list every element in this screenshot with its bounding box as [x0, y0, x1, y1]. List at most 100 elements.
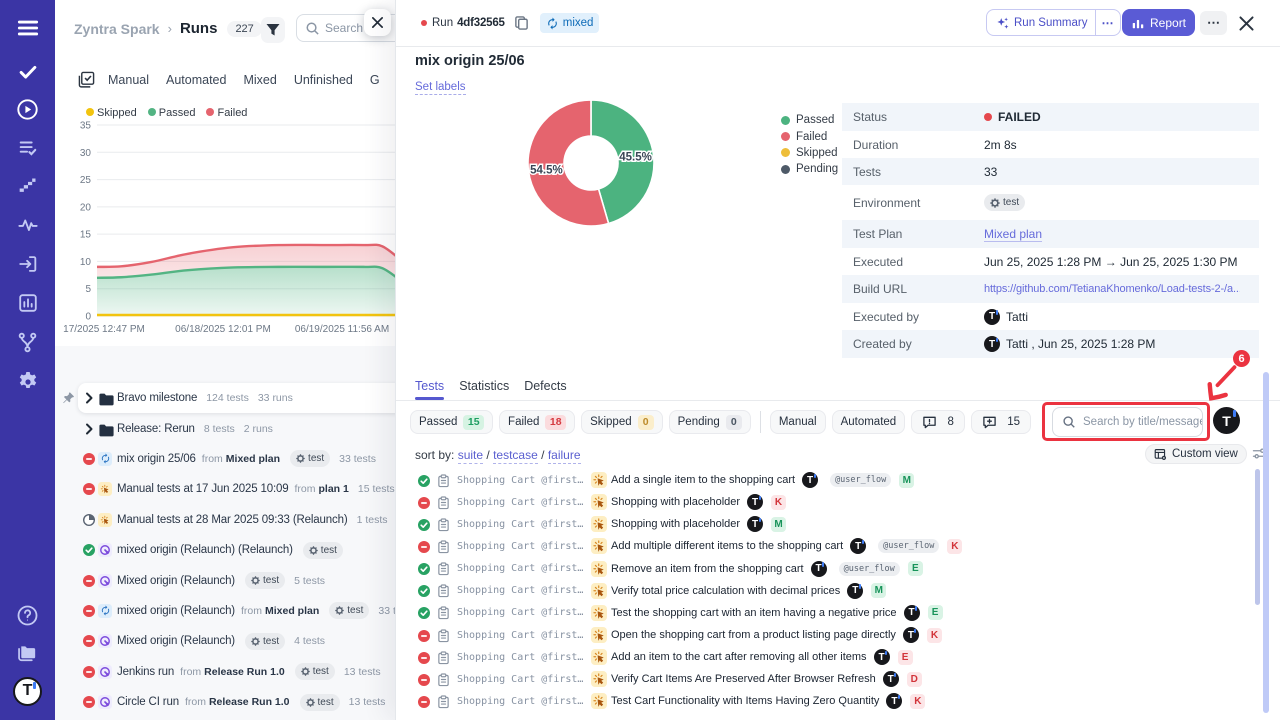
run-title[interactable]: Mixed origin (Relaunch): [117, 575, 235, 587]
breadcrumb-root[interactable]: Zyntra Spark: [74, 21, 160, 37]
chip-count: 8: [947, 415, 954, 430]
test-title[interactable]: Add an item to the cart after removing a…: [611, 651, 867, 663]
sort-link-suite[interactable]: suite: [458, 448, 483, 464]
testcase-icon: [437, 673, 450, 686]
run-title[interactable]: Manual tests at 17 Jun 2025 10:09: [117, 483, 289, 495]
test-plan-link[interactable]: Mixed plan: [984, 227, 1042, 241]
test-row[interactable]: Shopping Cart @first… Open the shopping …: [396, 624, 1256, 646]
tab-tests[interactable]: Tests: [415, 379, 444, 393]
test-title[interactable]: Verify total price calculation with deci…: [611, 585, 840, 597]
sort-link-failure[interactable]: failure: [548, 448, 581, 464]
test-row[interactable]: Shopping Cart @first… Remove an item fro…: [396, 558, 1256, 580]
filter-chip-passed[interactable]: Passed15: [410, 410, 493, 434]
folder-icon: [98, 422, 115, 439]
tab-manual[interactable]: Manual: [108, 73, 149, 87]
steps-icon[interactable]: [0, 174, 55, 198]
sidebar-user-avatar[interactable]: T: [0, 676, 55, 706]
test-title[interactable]: Add multiple different items to the shop…: [611, 540, 843, 552]
report-button[interactable]: Report: [1122, 9, 1195, 36]
tab-automated[interactable]: Automated: [166, 73, 226, 87]
run-title[interactable]: Circle CI run: [117, 696, 179, 708]
run-summary-more-button[interactable]: ⋯: [1095, 10, 1120, 35]
pulse-icon[interactable]: [0, 213, 55, 237]
test-row[interactable]: Shopping Cart @first… Verify total price…: [396, 580, 1256, 602]
test-title[interactable]: Test Cart Functionality with Items Havin…: [611, 695, 879, 707]
filter-chip-failed[interactable]: Failed18: [499, 410, 575, 434]
test-title[interactable]: Verify Cart Items Are Preserved After Br…: [611, 673, 876, 685]
list-check-icon[interactable]: [0, 136, 55, 160]
assignee-avatar-filter[interactable]: T: [1213, 407, 1240, 434]
user-flow-pill: @user_flow: [839, 562, 900, 576]
help-icon[interactable]: [0, 602, 55, 628]
filter-chip-comment-plus-icon[interactable]: 15: [971, 410, 1031, 434]
test-row[interactable]: Shopping Cart @first… Add an item to the…: [396, 646, 1256, 668]
user-flow-pill: @user_flow: [830, 473, 891, 487]
search-close-button[interactable]: [364, 9, 391, 36]
test-row[interactable]: Shopping Cart @first… Verify Cart Items …: [396, 668, 1256, 690]
run-title[interactable]: mixed origin (Relaunch): [117, 605, 235, 617]
tests-count-value: 33: [984, 165, 997, 179]
pin-icon[interactable]: [62, 391, 75, 404]
build-url-link[interactable]: https://github.com/TetianaKhomenko/Load-…: [984, 283, 1240, 295]
filter-chip-comment-alert-icon[interactable]: 8: [911, 410, 965, 434]
drawer-scrollbar[interactable]: [1263, 372, 1269, 713]
sparkles-icon: [996, 16, 1010, 30]
gear-icon[interactable]: [0, 368, 55, 394]
menu-icon[interactable]: [0, 14, 55, 42]
donut-legend: PassedFailedSkippedPending: [781, 112, 838, 178]
test-title[interactable]: Shopping with placeholder: [611, 518, 740, 530]
test-title[interactable]: Remove an item from the shopping cart: [611, 563, 804, 575]
library-icon[interactable]: [0, 640, 55, 666]
run-title[interactable]: Release: Rerun: [117, 423, 195, 435]
mixed-icon: [546, 17, 559, 30]
copy-icon[interactable]: [514, 15, 529, 31]
select-runs-icon[interactable]: [78, 71, 95, 88]
test-row[interactable]: Shopping Cart @first… Shopping with plac…: [396, 491, 1256, 513]
tests-scrollbar[interactable]: [1255, 469, 1260, 605]
test-row[interactable]: Shopping Cart @first… Test Cart Function…: [396, 690, 1256, 712]
test-row[interactable]: Shopping Cart @first… Test the shopping …: [396, 602, 1256, 624]
run-summary-button[interactable]: Run Summary ⋯: [986, 9, 1121, 36]
manual-test-icon: [591, 494, 607, 510]
test-row[interactable]: Shopping Cart @first… Add a single item …: [396, 469, 1256, 491]
sort-link-testcase[interactable]: testcase: [493, 448, 538, 464]
set-labels-link[interactable]: Set labels: [415, 81, 466, 95]
test-row[interactable]: Shopping Cart @first… Shopping with plac…: [396, 513, 1256, 535]
drawer-close-button[interactable]: [1238, 15, 1255, 32]
tab-statistics[interactable]: Statistics: [459, 379, 509, 393]
tab-defects[interactable]: Defects: [524, 379, 566, 393]
funnel-icon: [265, 22, 281, 38]
filter-chip-manual[interactable]: Manual: [770, 410, 826, 434]
run-status-icon: [83, 514, 95, 526]
test-title[interactable]: Test the shopping cart with an item havi…: [611, 607, 897, 619]
drawer-more-button[interactable]: ⋯: [1200, 11, 1227, 35]
test-title[interactable]: Shopping with placeholder: [611, 496, 740, 508]
test-title[interactable]: Add a single item to the shopping cart: [611, 474, 795, 486]
run-title[interactable]: mixed origin (Relaunch) (Relaunch): [117, 544, 293, 556]
tab-cut[interactable]: G: [370, 73, 380, 87]
environment-name: test: [347, 605, 363, 616]
info-label: Test Plan: [853, 227, 984, 241]
filter-chip-automated[interactable]: Automated: [832, 410, 906, 434]
filter-chip-pending[interactable]: Pending0: [669, 410, 751, 434]
test-row[interactable]: Shopping Cart @first… Add multiple diffe…: [396, 535, 1256, 557]
run-kind-icon: [98, 604, 112, 618]
tab-mixed[interactable]: Mixed: [243, 73, 276, 87]
tab-unfinished[interactable]: Unfinished: [294, 73, 353, 87]
run-identifier: Run 4df32565 mixed: [421, 13, 599, 33]
test-title[interactable]: Open the shopping cart from a product li…: [611, 629, 896, 641]
git-branch-icon[interactable]: [0, 329, 55, 355]
info-label: Executed by: [853, 310, 984, 324]
play-circle-icon[interactable]: [0, 97, 55, 121]
sign-in-icon[interactable]: [0, 252, 55, 276]
run-title[interactable]: Jenkins run: [117, 666, 174, 678]
check-icon[interactable]: [0, 60, 55, 84]
filter-button[interactable]: [261, 17, 285, 43]
custom-view-button[interactable]: Custom view: [1145, 444, 1247, 464]
run-title[interactable]: Manual tests at 28 Mar 2025 09:33 (Relau…: [117, 514, 348, 526]
run-title[interactable]: mix origin 25/06: [117, 453, 196, 465]
run-title[interactable]: Mixed origin (Relaunch): [117, 635, 235, 647]
run-title[interactable]: Bravo milestone: [117, 392, 197, 404]
filter-chip-skipped[interactable]: Skipped0: [581, 410, 663, 434]
bar-chart-icon[interactable]: [0, 291, 55, 315]
